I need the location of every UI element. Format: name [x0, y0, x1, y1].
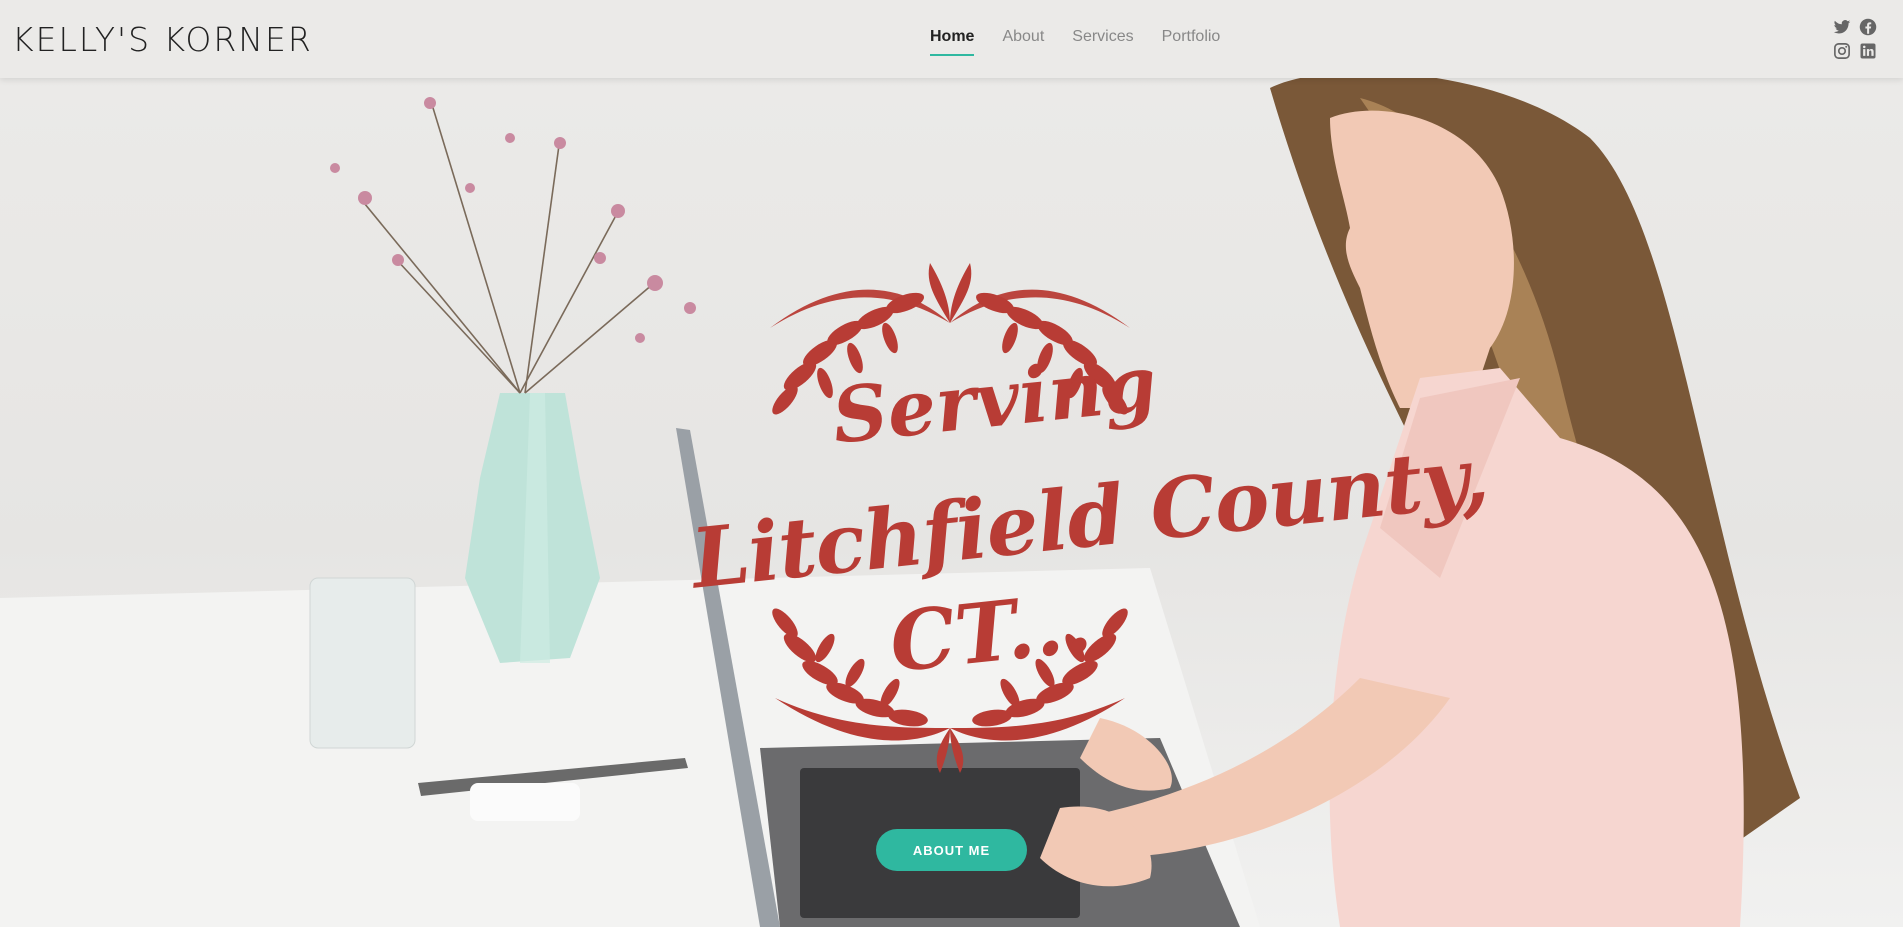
- site-logo[interactable]: KELLY'S KORNER: [12, 20, 313, 59]
- linkedin-icon[interactable]: [1859, 42, 1877, 60]
- site-header: KELLY'S KORNER Home About Services Portf…: [0, 0, 1903, 78]
- facebook-icon[interactable]: [1859, 18, 1877, 36]
- instagram-icon[interactable]: [1833, 42, 1851, 60]
- nav-services[interactable]: Services: [1072, 28, 1133, 56]
- nav-portfolio[interactable]: Portfolio: [1162, 28, 1221, 56]
- about-me-button[interactable]: ABOUT ME: [876, 829, 1027, 871]
- main-nav: Home About Services Portfolio: [930, 28, 1220, 56]
- nav-home[interactable]: Home: [930, 28, 975, 56]
- social-links: [1833, 18, 1877, 60]
- nav-about[interactable]: About: [1002, 28, 1044, 56]
- twitter-icon[interactable]: [1833, 18, 1851, 36]
